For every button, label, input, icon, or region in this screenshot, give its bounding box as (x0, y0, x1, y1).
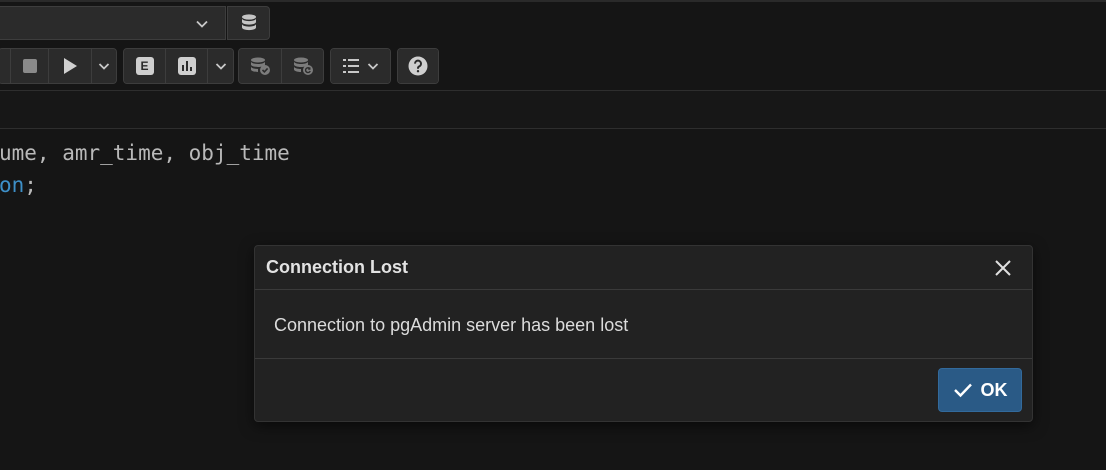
explain-analyze-button[interactable] (166, 49, 208, 83)
query-tool-window: E ume, amr_time, obj_time on; Connection… (0, 0, 1106, 470)
macros-group (330, 48, 391, 84)
explain-options-button[interactable] (208, 49, 233, 83)
connection-select[interactable] (0, 6, 226, 40)
editor-divider (0, 128, 1106, 129)
chevron-down-icon (98, 63, 110, 70)
editor-tab-strip (0, 91, 1106, 128)
rollback-button[interactable] (282, 49, 323, 83)
code-punctuation: ; (24, 173, 37, 197)
code-line-2: on; (0, 169, 290, 201)
list-icon (342, 59, 359, 73)
ok-button[interactable]: OK (938, 368, 1022, 412)
execute-group (0, 48, 117, 84)
play-icon (64, 58, 77, 74)
stop-button[interactable] (11, 49, 49, 83)
help-button[interactable] (398, 49, 438, 83)
close-icon[interactable] (994, 259, 1012, 277)
chevron-down-icon (367, 63, 378, 70)
execute-button[interactable] (49, 49, 92, 83)
database-undo-icon (293, 57, 313, 75)
macros-button[interactable] (331, 49, 390, 83)
connection-lost-dialog: Connection Lost Connection to pgAdmin se… (254, 245, 1033, 422)
toolbar-left-edge (0, 49, 11, 83)
top-border (0, 0, 1106, 2)
question-icon (408, 56, 428, 76)
dialog-header: Connection Lost (255, 246, 1032, 290)
check-icon (953, 383, 972, 398)
dialog-body: Connection to pgAdmin server has been lo… (255, 290, 1032, 359)
chevron-down-icon (215, 63, 226, 70)
commit-button[interactable] (239, 49, 282, 83)
database-button[interactable] (227, 6, 270, 40)
help-group (397, 48, 439, 84)
explain-button[interactable]: E (124, 49, 166, 83)
sql-editor[interactable]: ume, amr_time, obj_time on; (0, 137, 290, 201)
stop-icon (22, 59, 37, 73)
transaction-group (238, 48, 324, 84)
database-check-icon (251, 57, 270, 75)
explain-icon: E (135, 57, 154, 75)
ok-button-label: OK (980, 379, 1008, 400)
explain-group: E (123, 48, 234, 84)
explain-label: E (140, 59, 149, 73)
dialog-message: Connection to pgAdmin server has been lo… (274, 315, 629, 335)
code-keyword: on (0, 173, 25, 197)
bar-chart-icon (177, 57, 196, 75)
execute-options-button[interactable] (92, 49, 116, 83)
dialog-title: Connection Lost (266, 257, 408, 277)
chevron-down-icon (196, 20, 208, 28)
code-line-1: ume, amr_time, obj_time (0, 141, 290, 165)
database-icon (241, 14, 256, 31)
